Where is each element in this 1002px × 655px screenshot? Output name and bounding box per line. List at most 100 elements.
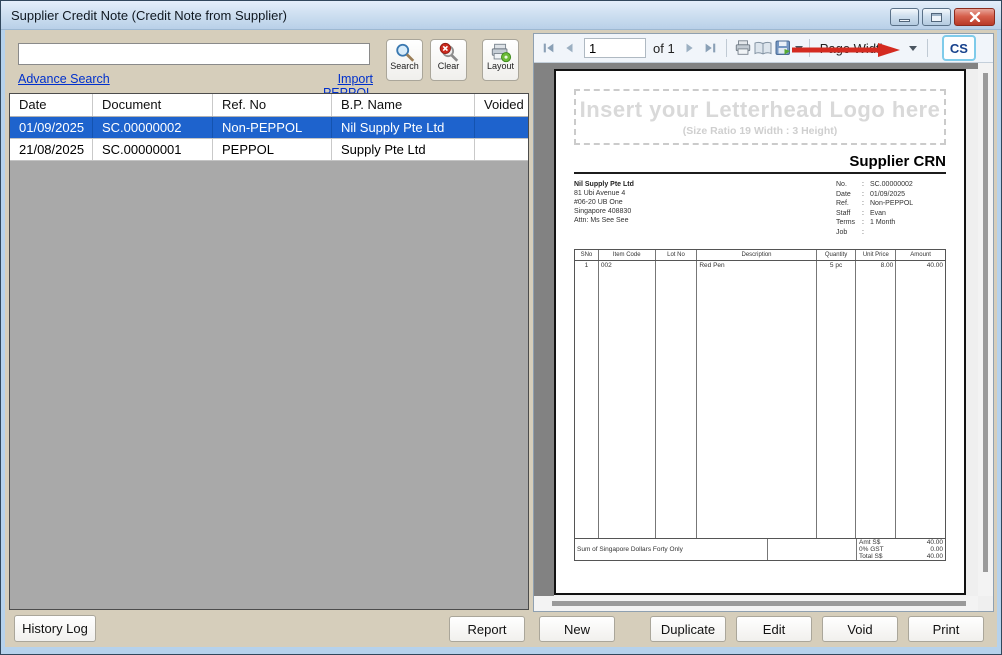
cell-date: 01/09/2025 — [10, 117, 93, 138]
item-quantity: 5 pc — [817, 261, 857, 538]
close-button[interactable] — [954, 8, 995, 26]
search-button-label: Search — [390, 61, 419, 71]
table-row[interactable]: 21/08/2025 SC.00000001 PEPPOL Supply Pte… — [10, 139, 528, 161]
search-button[interactable]: Search — [386, 39, 423, 81]
print-preview-button[interactable] — [733, 38, 753, 58]
cell-date: 21/08/2025 — [10, 139, 93, 160]
zoom-mode-label: Page Width — [819, 40, 887, 56]
preview-panel: of 1 Page — [533, 33, 994, 612]
item-code: 002 — [599, 261, 656, 538]
next-page-button[interactable] — [680, 38, 700, 58]
info-label: Staff — [836, 209, 851, 217]
items-col-lotno: Lot No — [656, 250, 698, 260]
items-col-itemcode: Item Code — [599, 250, 656, 260]
preview-toolbar: of 1 Page — [534, 34, 993, 63]
info-value: 01/09/2025 — [870, 190, 906, 198]
column-header-bpname[interactable]: B.P. Name — [332, 94, 475, 116]
supplier-address-line: 81 Ubi Avenue 4 — [574, 190, 626, 197]
total-label: Amt S$ — [859, 538, 881, 546]
preview-viewport: Insert your Letterhead Logo here (Size R… — [534, 63, 993, 611]
cell-voided — [475, 139, 528, 160]
duplicate-button[interactable]: Duplicate — [650, 616, 726, 642]
page-setup-button[interactable] — [753, 38, 773, 58]
next-page-icon — [686, 43, 693, 53]
cell-bpname: Nil Supply Pte Ltd — [332, 117, 475, 138]
column-header-date[interactable]: Date — [10, 94, 93, 116]
cell-document: SC.00000001 — [93, 139, 213, 160]
search-input[interactable] — [18, 43, 370, 65]
toolbar-separator — [725, 39, 727, 57]
items-col-sno: SNo — [575, 250, 599, 260]
horizontal-scrollbar-thumb[interactable] — [552, 601, 966, 606]
supplier-address-line: Singapore 408830 — [574, 208, 632, 215]
info-label: Ref. — [836, 200, 849, 207]
item-sno: 1 — [575, 261, 599, 538]
close-icon — [969, 12, 980, 22]
first-page-button[interactable] — [539, 38, 559, 58]
item-unitprice: 8.00 — [856, 261, 897, 538]
zoom-dropdown-caret-icon — [908, 45, 917, 51]
items-table: SNo Item Code Lot No Description Quantit… — [574, 249, 946, 561]
info-label: Terms — [836, 219, 856, 226]
edit-button[interactable]: Edit — [736, 616, 812, 642]
items-table-footer: Sum of Singapore Dollars Forty Only Amt … — [575, 538, 945, 560]
letterhead-ratio: (Size Ratio 19 Width : 3 Height) — [682, 125, 838, 137]
document-page: Insert your Letterhead Logo here (Size R… — [554, 69, 966, 595]
layout-button[interactable]: Layout — [482, 39, 519, 81]
last-page-icon — [705, 43, 715, 53]
cs-button[interactable]: CS — [941, 35, 976, 61]
info-label: Job — [836, 228, 848, 236]
total-value: 40.00 — [926, 538, 943, 546]
supplier-name: Nil Supply Pte Ltd — [574, 181, 634, 188]
main-content: Advance Search Import PEPPOL Search Clea… — [5, 30, 997, 647]
clear-button[interactable]: Clear — [430, 39, 467, 81]
supplier-attn: Attn: Ms See See — [574, 217, 629, 224]
info-value: Non-PEPPOL — [870, 200, 914, 207]
item-description: Red Pen — [697, 261, 817, 538]
records-table: Date Document Ref. No B.P. Name Voided 0… — [9, 93, 529, 610]
book-icon — [754, 41, 772, 54]
page-number-input[interactable] — [584, 38, 646, 58]
table-header: Date Document Ref. No B.P. Name Voided — [10, 94, 528, 117]
item-lotno — [656, 261, 698, 538]
history-log-button[interactable]: History Log — [14, 615, 96, 642]
vertical-scrollbar[interactable] — [978, 63, 993, 596]
window-controls — [890, 8, 995, 26]
title-bar: Supplier Credit Note (Credit Note from S… — [1, 1, 1001, 30]
total-label: 0% GST — [859, 545, 884, 553]
first-page-icon — [543, 43, 554, 53]
info-label: Date — [836, 190, 851, 198]
page-count-label: of 1 — [653, 40, 675, 56]
horizontal-scrollbar[interactable] — [534, 596, 978, 611]
column-header-refno[interactable]: Ref. No — [213, 94, 332, 116]
advance-search-link[interactable]: Advance Search — [18, 72, 110, 86]
export-dropdown-caret-icon[interactable] — [794, 45, 803, 51]
vertical-scrollbar-thumb[interactable] — [983, 73, 988, 572]
column-header-document[interactable]: Document — [93, 94, 213, 116]
previous-page-button[interactable] — [559, 38, 579, 58]
zoom-mode-dropdown[interactable]: Page Width — [816, 39, 921, 58]
items-col-quantity: Quantity — [817, 250, 857, 260]
minimize-button[interactable] — [890, 8, 919, 26]
letterhead-text: Insert your Letterhead Logo here — [579, 97, 941, 122]
cell-voided — [475, 117, 528, 138]
title-rule — [574, 172, 946, 174]
maximize-button[interactable] — [922, 8, 951, 26]
table-row[interactable]: 01/09/2025 SC.00000002 Non-PEPPOL Nil Su… — [10, 117, 528, 139]
void-button[interactable]: Void — [822, 616, 898, 642]
printer-icon — [735, 40, 750, 55]
export-button[interactable] — [773, 38, 793, 58]
cell-bpname: Supply Pte Ltd — [332, 139, 475, 160]
report-button[interactable]: Report — [449, 616, 525, 642]
print-button[interactable]: Print — [908, 616, 984, 642]
last-page-button[interactable] — [700, 38, 720, 58]
cell-refno: PEPPOL — [213, 139, 332, 160]
supplier-address-block: Nil Supply Pte Ltd 81 Ubi Avenue 4 #06-2… — [574, 180, 634, 225]
document-type-title: Supplier CRN — [849, 153, 946, 170]
layout-button-label: Layout — [486, 61, 515, 71]
letterhead-placeholder: Insert your Letterhead Logo here (Size R… — [574, 89, 946, 145]
item-amount: 40.00 — [926, 262, 943, 269]
new-button[interactable]: New — [539, 616, 615, 642]
column-header-voided[interactable]: Voided — [475, 94, 528, 116]
total-label: Total S$ — [859, 553, 883, 561]
